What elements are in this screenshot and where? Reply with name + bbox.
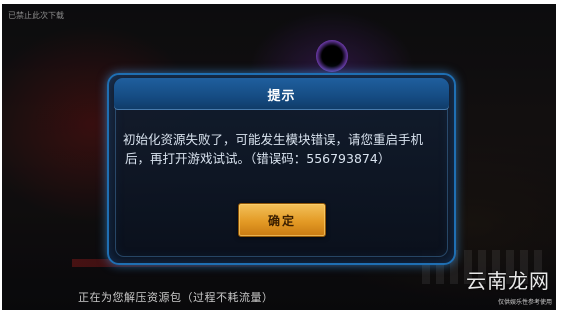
site-watermark-caption: 仅供娱乐性参考使用 [497,299,552,306]
dark-orb-decoration [316,40,348,72]
error-dialog: 提示 初始化资源失败了，可能发生模块错误，请您重启手机 后，再打开游戏试试。（错… [107,73,456,265]
background-top-text: 已禁止此次下载 [8,11,64,20]
dialog-message: 初始化资源失败了，可能发生模块错误，请您重启手机 后，再打开游戏试试。（错误码：… [123,130,440,168]
dialog-message-line2: 后，再打开游戏试试。（错误码：556793874） [125,151,391,166]
dialog-message-line1: 初始化资源失败了，可能发生模块错误，请您重启手机 [123,132,424,147]
status-text: 正在为您解压资源包（过程不耗流量） [78,291,274,304]
confirm-button[interactable]: 确定 [238,203,326,237]
dialog-title: 提示 [267,88,296,104]
site-watermark: 云南龙网 [466,269,550,293]
confirm-button-label: 确定 [267,213,296,228]
dialog-title-bar: 提示 [114,78,449,110]
